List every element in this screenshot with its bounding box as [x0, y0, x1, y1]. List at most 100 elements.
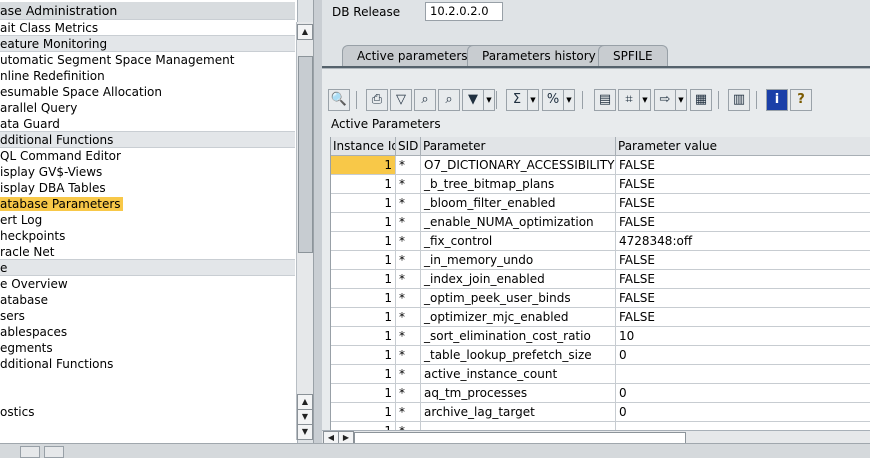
tree-scrollbar[interactable]: ▲ ▲ ▼ ▼	[296, 22, 313, 440]
scroll-right-button[interactable]: ▶	[338, 431, 354, 443]
scroll-down-button[interactable]: ▼	[297, 409, 313, 425]
table-cell[interactable]: 1	[331, 403, 396, 422]
table-cell[interactable]: _table_lookup_prefetch_size	[421, 346, 616, 365]
table-cell[interactable]: 1	[331, 365, 396, 384]
find-next-icon[interactable]: ⌕	[438, 89, 460, 111]
tree-item[interactable]: nline Redefinition	[0, 68, 295, 84]
table-cell[interactable]: 1	[331, 232, 396, 251]
details-icon[interactable]: 🔍	[328, 89, 350, 111]
tree-item[interactable]: utomatic Segment Space Management	[0, 52, 295, 68]
tree-section-header[interactable]: eature Monitoring	[0, 36, 295, 52]
send-icon[interactable]: ⇨	[654, 89, 676, 111]
table-cell[interactable]: FALSE	[616, 270, 870, 289]
tree-item[interactable]: QL Command Editor	[0, 148, 295, 164]
tree-item[interactable]: racle Net	[0, 244, 295, 260]
tree-item[interactable]: isplay DBA Tables	[0, 180, 295, 196]
table-cell[interactable]: *	[396, 289, 421, 308]
spreadsheet-icon[interactable]: ▦	[690, 89, 712, 111]
table-cell[interactable]: 1	[331, 213, 396, 232]
table-cell[interactable]: _optim_peek_user_binds	[421, 289, 616, 308]
change-layout-icon[interactable]: ▥	[728, 89, 750, 111]
table-cell[interactable]: _b_tree_bitmap_plans	[421, 175, 616, 194]
tree-item[interactable]: ata Guard	[0, 116, 295, 132]
information-icon[interactable]: i	[766, 89, 788, 111]
table-cell[interactable]: 1	[331, 156, 396, 175]
table-cell[interactable]: *	[396, 403, 421, 422]
table-cell[interactable]: FALSE	[616, 308, 870, 327]
print-preview-icon[interactable]: ▤	[594, 89, 616, 111]
scroll-up-button-lower[interactable]: ▲	[297, 394, 313, 410]
table-cell[interactable]: aq_tm_processes	[421, 384, 616, 403]
tree-item[interactable]: arallel Query	[0, 100, 295, 116]
set-filter-icon[interactable]: ▼	[462, 89, 484, 111]
chevron-down-icon[interactable]: ▼	[528, 89, 539, 111]
table-cell[interactable]: 1	[331, 194, 396, 213]
table-cell[interactable]: 1	[331, 289, 396, 308]
tree-item[interactable]: ait Class Metrics	[0, 20, 295, 36]
chevron-down-icon[interactable]: ▼	[640, 89, 651, 111]
grid-horizontal-scrollbar[interactable]: ◀ ▶	[322, 430, 870, 443]
tree-item-selected[interactable]: atabase Parameters	[0, 196, 295, 212]
table-cell[interactable]: 1	[331, 270, 396, 289]
export-icon[interactable]: ⌗	[618, 89, 640, 111]
scroll-up-button[interactable]: ▲	[297, 24, 313, 40]
table-cell[interactable]: 1	[331, 422, 396, 430]
table-cell[interactable]: *	[396, 270, 421, 289]
scroll-down-button-lower[interactable]: ▼	[297, 424, 313, 440]
table-cell[interactable]: FALSE	[616, 213, 870, 232]
tree-section-header[interactable]: dditional Functions	[0, 132, 295, 148]
column-header[interactable]: Parameter value	[616, 137, 870, 156]
tab-active-parameters[interactable]: Active parameters	[342, 45, 483, 67]
scroll-left-button[interactable]: ◀	[323, 431, 339, 443]
table-cell[interactable]: _fix_control	[421, 232, 616, 251]
status-box[interactable]	[44, 446, 64, 458]
table-cell[interactable]: *	[396, 384, 421, 403]
table-cell[interactable]: *	[396, 308, 421, 327]
table-cell[interactable]: *	[396, 175, 421, 194]
table-cell[interactable]: 1	[331, 327, 396, 346]
table-cell[interactable]: *	[396, 213, 421, 232]
status-box[interactable]	[20, 446, 40, 458]
tree-item[interactable]: atabase	[0, 292, 295, 308]
table-cell[interactable]: 1	[331, 384, 396, 403]
tree-item[interactable]: sers	[0, 308, 295, 324]
chevron-down-icon[interactable]: ▼	[676, 89, 687, 111]
table-cell[interactable]: _optimizer_mjc_enabled	[421, 308, 616, 327]
tree-section-header[interactable]: ase Administration	[0, 2, 295, 20]
table-cell[interactable]	[616, 365, 870, 384]
find-icon[interactable]: ⌕	[414, 89, 436, 111]
tree-scrollbar-thumb[interactable]	[298, 56, 313, 253]
table-cell[interactable]: FALSE	[616, 251, 870, 270]
table-cell[interactable]: _bloom_filter_enabled	[421, 194, 616, 213]
tree-item[interactable]: ert Log	[0, 212, 295, 228]
table-cell[interactable]: FALSE	[616, 156, 870, 175]
tree-item[interactable]: esumable Space Allocation	[0, 84, 295, 100]
table-cell[interactable]: *	[396, 365, 421, 384]
chevron-down-icon[interactable]: ▼	[564, 89, 575, 111]
table-cell[interactable]	[421, 422, 616, 430]
chevron-down-icon[interactable]: ▼	[484, 89, 495, 111]
column-header[interactable]: Parameter	[421, 137, 616, 156]
tree-item[interactable]	[0, 372, 295, 388]
table-cell[interactable]: O7_DICTIONARY_ACCESSIBILITY	[421, 156, 616, 175]
table-cell[interactable]: *	[396, 156, 421, 175]
table-cell[interactable]: _index_join_enabled	[421, 270, 616, 289]
table-cell[interactable]: active_instance_count	[421, 365, 616, 384]
table-cell[interactable]	[616, 422, 870, 430]
sum-icon[interactable]: Σ	[506, 89, 528, 111]
column-header[interactable]: SID	[396, 137, 421, 156]
table-cell[interactable]: archive_lag_target	[421, 403, 616, 422]
table-cell[interactable]: 4728348:off	[616, 232, 870, 251]
tree-item[interactable]: heckpoints	[0, 228, 295, 244]
table-cell[interactable]: *	[396, 422, 421, 430]
help-icon[interactable]: ?	[790, 89, 812, 111]
tree-item[interactable]: ablespaces	[0, 324, 295, 340]
table-cell[interactable]: 1	[331, 251, 396, 270]
table-cell[interactable]: 0	[616, 403, 870, 422]
table-cell[interactable]: 1	[331, 175, 396, 194]
table-cell[interactable]: FALSE	[616, 289, 870, 308]
tree-item[interactable]: e Overview	[0, 276, 295, 292]
table-cell[interactable]: 0	[616, 384, 870, 403]
table-cell[interactable]: *	[396, 232, 421, 251]
table-cell[interactable]: 10	[616, 327, 870, 346]
